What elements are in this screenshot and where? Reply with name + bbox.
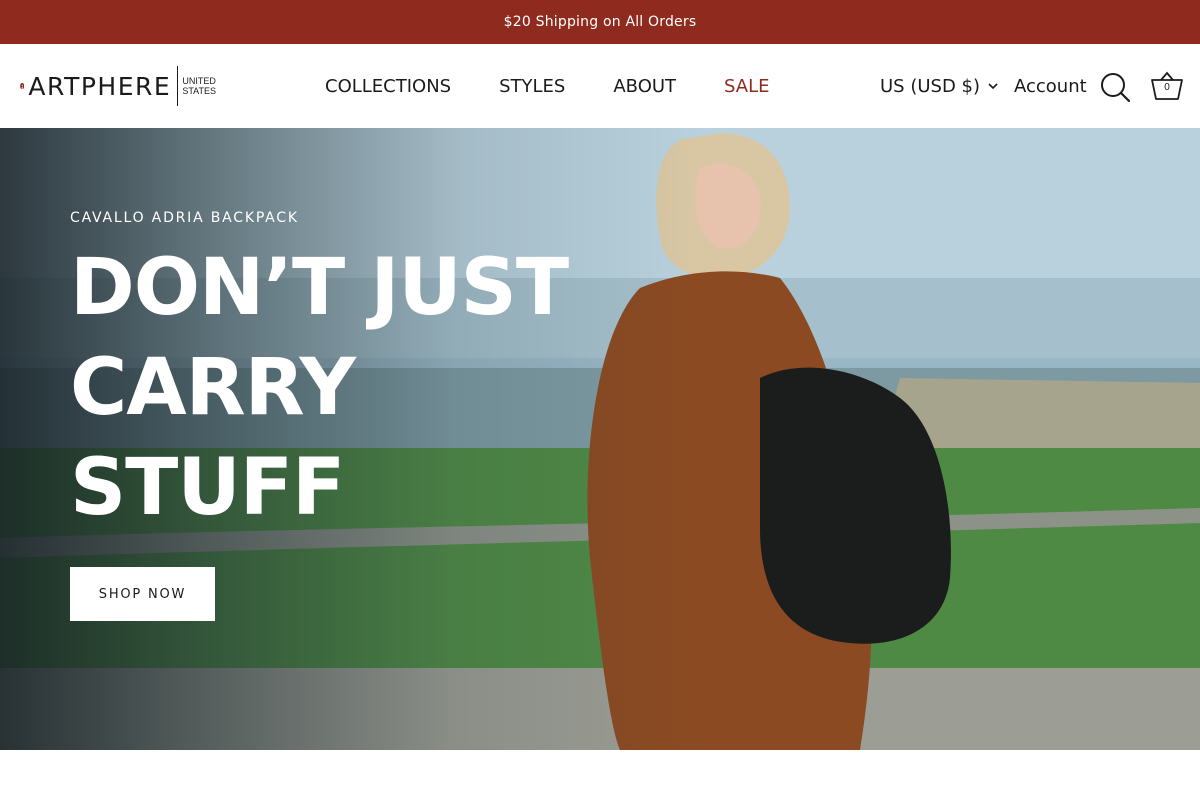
hero-banner: CAVALLO ADRIA BACKPACK DON’T JUST CARRY …	[0, 128, 1200, 750]
main-nav: COLLECTIONS STYLES ABOUT SALE	[325, 44, 818, 128]
announcement-bar: $20 Shipping on All Orders	[0, 0, 1200, 44]
search-button[interactable]	[1098, 70, 1132, 104]
nav-item-collections[interactable]: COLLECTIONS	[325, 76, 451, 97]
nav-item-about[interactable]: ABOUT	[613, 76, 676, 97]
currency-selector[interactable]: US (USD $)	[880, 44, 998, 128]
chevron-down-icon	[988, 82, 998, 89]
search-icon	[1101, 73, 1131, 103]
site-header: ARTPHERE UNITED STATES COLLECTIONS STYLE…	[0, 44, 1200, 128]
shop-now-button[interactable]: SHOP NOW	[70, 567, 215, 621]
logo-mark-icon	[20, 83, 25, 89]
hero-title-line-2: CARRY	[70, 343, 356, 433]
account-link[interactable]: Account	[1014, 44, 1087, 128]
cart-count: 0	[1164, 82, 1170, 93]
announcement-text: $20 Shipping on All Orders	[503, 14, 697, 30]
hero-title-line-3: STUFF	[70, 443, 345, 533]
region-line-2: STATES	[182, 86, 216, 96]
cart-button[interactable]: 0	[1149, 68, 1185, 104]
currency-label: US (USD $)	[880, 75, 981, 97]
brand-name: ARTPHERE	[28, 71, 172, 101]
hero-subtitle: CAVALLO ADRIA BACKPACK	[70, 210, 299, 226]
hero-title-line-1: DON’T JUST	[70, 243, 569, 333]
region-line-1: UNITED	[182, 76, 216, 86]
brand-logo[interactable]: ARTPHERE UNITED STATES	[20, 64, 216, 108]
brand-region: UNITED STATES	[182, 76, 216, 96]
hero-title: DON’T JUST CARRY STUFF	[70, 238, 590, 538]
page-below-hero	[0, 750, 1200, 800]
nav-item-styles[interactable]: STYLES	[499, 76, 565, 97]
nav-item-sale[interactable]: SALE	[724, 76, 769, 97]
